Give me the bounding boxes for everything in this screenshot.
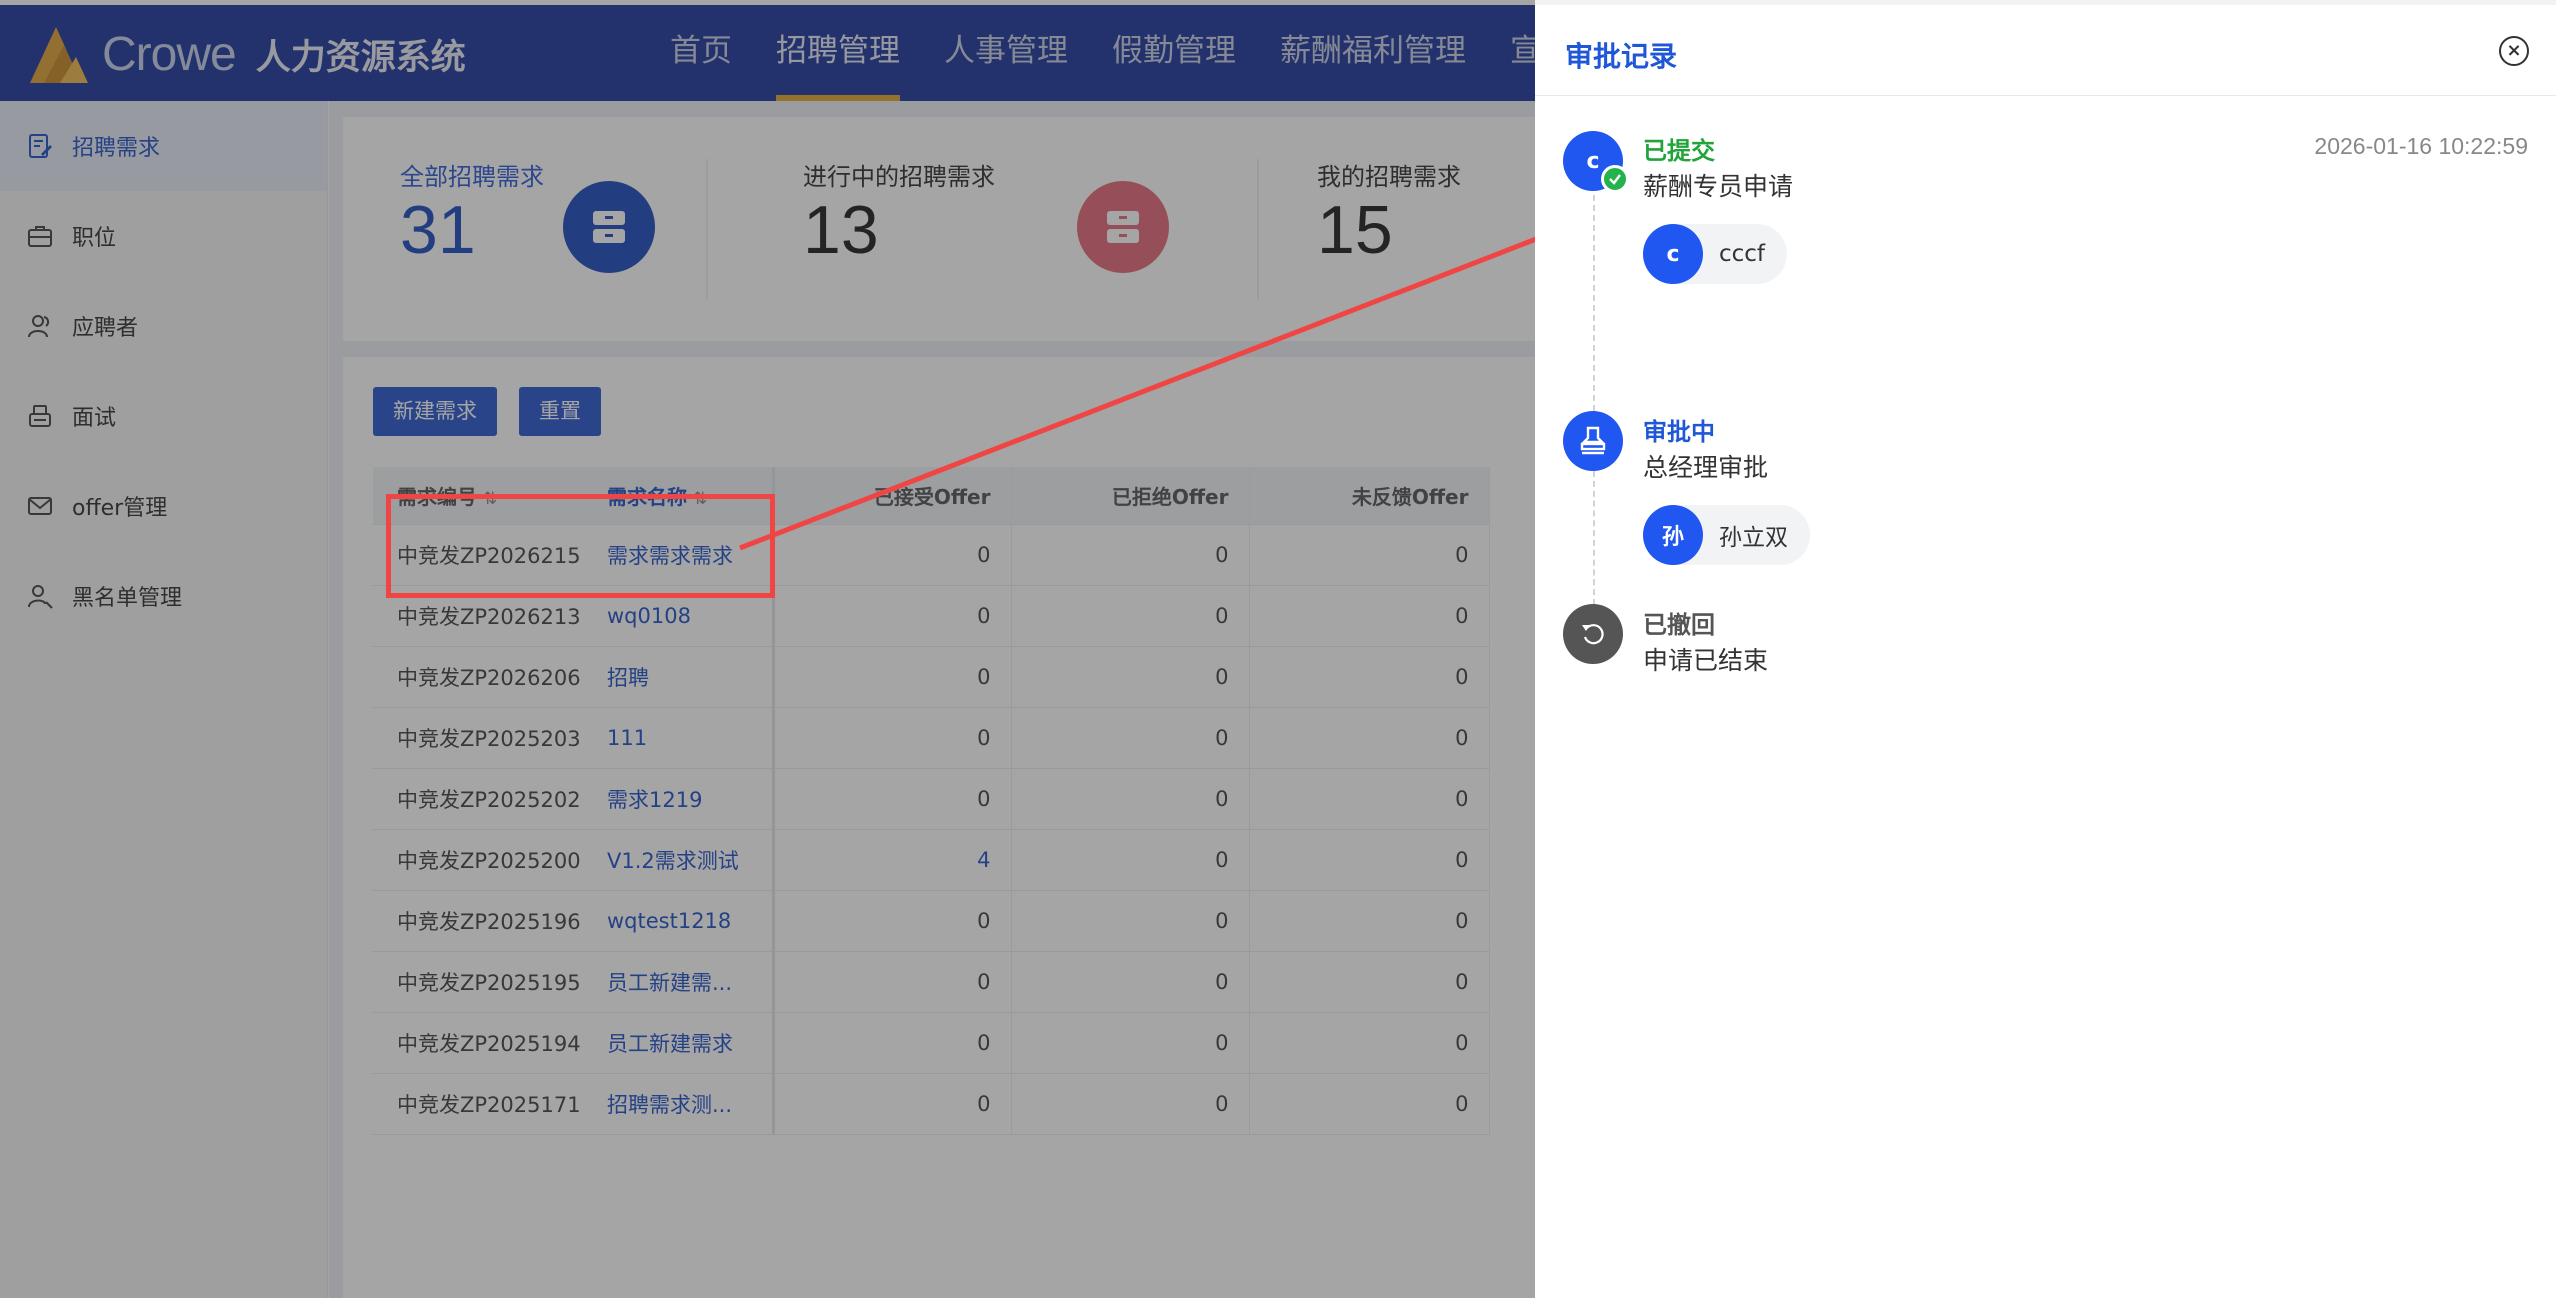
step-description: 申请已结束 (1643, 646, 1769, 675)
step-description: 总经理审批 (1643, 453, 1769, 482)
timeline-connector (1593, 471, 1595, 605)
step-status: 已提交 (1643, 137, 1715, 165)
modal-backdrop[interactable] (0, 0, 1535, 1298)
step-avatar: c (1563, 131, 1629, 193)
drawer-header: 审批记录 × (1535, 5, 2556, 96)
avatar: 孙 (1643, 505, 1703, 565)
approver-name: cccf (1719, 241, 1766, 267)
drawer-title: 审批记录 (1565, 40, 1678, 73)
annotation-highlight-box (386, 494, 775, 598)
undo-icon (1563, 604, 1623, 664)
check-icon (1601, 165, 1629, 193)
stamp-icon (1563, 411, 1623, 471)
avatar: c (1643, 224, 1703, 284)
step-timestamp: 2026-01-16 10:22:59 (2314, 133, 2528, 159)
close-icon[interactable]: × (2499, 36, 2529, 66)
step-status: 审批中 (1643, 418, 1715, 446)
approver-chip: c cccf (1643, 224, 1788, 284)
approver-chip: 孙 孙立双 (1643, 505, 1810, 565)
approval-record-drawer: 审批记录 × c 已提交 薪酬专员申请 2026-01-16 10:22:59 … (1535, 0, 2556, 1298)
timeline-connector (1593, 195, 1595, 411)
approver-name: 孙立双 (1719, 525, 1788, 551)
step-description: 薪酬专员申请 (1643, 172, 1794, 201)
step-status: 已撤回 (1643, 611, 1715, 639)
